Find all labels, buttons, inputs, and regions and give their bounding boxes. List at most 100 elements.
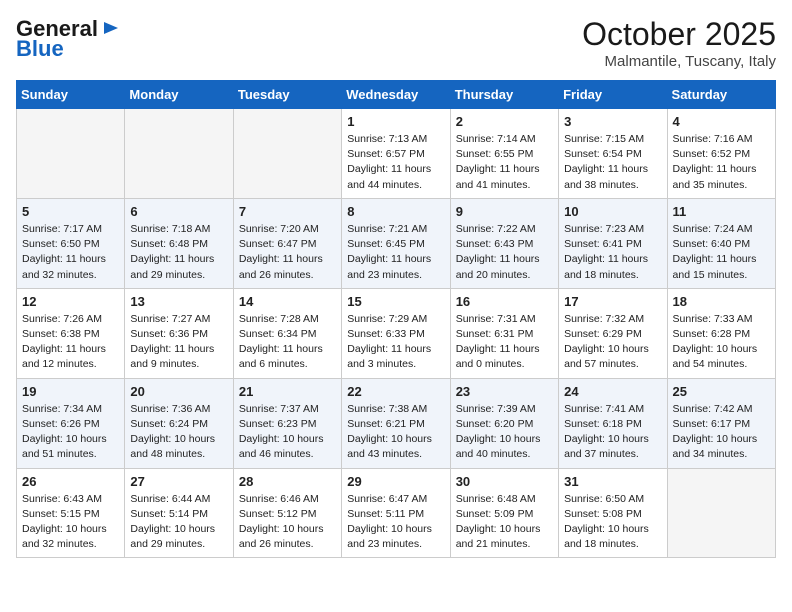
day-number: 21: [239, 384, 336, 399]
day-number: 15: [347, 294, 444, 309]
day-number: 16: [456, 294, 553, 309]
calendar-cell: 5Sunrise: 7:17 AM Sunset: 6:50 PM Daylig…: [17, 198, 125, 288]
day-number: 24: [564, 384, 661, 399]
day-info: Sunrise: 6:43 AM Sunset: 5:15 PM Dayligh…: [22, 492, 119, 553]
day-info: Sunrise: 7:39 AM Sunset: 6:20 PM Dayligh…: [456, 402, 553, 463]
day-number: 23: [456, 384, 553, 399]
calendar-cell: 9 Sunrise: 7:22 AM Sunset: 6:43 PM Daylig…: [450, 198, 558, 288]
calendar-week-row: 19 Sunrise: 7:34 AM Sunset: 6:26 PM Dayli…: [17, 378, 776, 468]
day-info: Sunrise: 6:46 AM Sunset: 5:12 PM Dayligh…: [239, 492, 336, 553]
weekday-header-tuesday: Tuesday: [233, 81, 341, 109]
calendar-cell: 29Sunrise: 6:47 AM Sunset: 5:11 PM Dayli…: [342, 468, 450, 558]
calendar-cell: 22Sunrise: 7:38 AM Sunset: 6:21 PM Dayli…: [342, 378, 450, 468]
day-info: Sunrise: 7:32 AM Sunset: 6:29 PM Dayligh…: [564, 312, 661, 373]
weekday-header-monday: Monday: [125, 81, 233, 109]
calendar-cell: 6 Sunrise: 7:18 AM Sunset: 6:48 PM Daylig…: [125, 198, 233, 288]
day-number: 9: [456, 204, 553, 219]
calendar-cell: 2 Sunrise: 7:14 AM Sunset: 6:55 PM Daylig…: [450, 109, 558, 199]
calendar-cell: 4 Sunrise: 7:16 AM Sunset: 6:52 PM Daylig…: [667, 109, 775, 199]
calendar-cell: 19 Sunrise: 7:34 AM Sunset: 6:26 PM Dayli…: [17, 378, 125, 468]
weekday-header-sunday: Sunday: [17, 81, 125, 109]
weekday-header-saturday: Saturday: [667, 81, 775, 109]
day-info: Sunrise: 6:50 AM Sunset: 5:08 PM Dayligh…: [564, 492, 661, 553]
day-info: Sunrise: 7:21 AM Sunset: 6:45 PM Dayligh…: [347, 222, 444, 283]
day-number: 18: [673, 294, 770, 309]
calendar-cell: [125, 109, 233, 199]
day-number: 20: [130, 384, 227, 399]
day-number: 5: [22, 204, 119, 219]
day-number: 7: [239, 204, 336, 219]
calendar-cell: 15 Sunrise: 7:29 AM Sunset: 6:33 PM Dayli…: [342, 288, 450, 378]
day-number: 11: [673, 204, 770, 219]
day-number: 4: [673, 114, 770, 129]
calendar-cell: 26 Sunrise: 6:43 AM Sunset: 5:15 PM Dayli…: [17, 468, 125, 558]
calendar-cell: 20Sunrise: 7:36 AM Sunset: 6:24 PM Dayli…: [125, 378, 233, 468]
day-info: Sunrise: 7:33 AM Sunset: 6:28 PM Dayligh…: [673, 312, 770, 373]
day-number: 3: [564, 114, 661, 129]
calendar-cell: [667, 468, 775, 558]
calendar-cell: 8 Sunrise: 7:21 AM Sunset: 6:45 PM Daylig…: [342, 198, 450, 288]
calendar-cell: 25 Sunrise: 7:42 AM Sunset: 6:17 PM Dayli…: [667, 378, 775, 468]
calendar-cell: 27 Sunrise: 6:44 AM Sunset: 5:14 PM Dayli…: [125, 468, 233, 558]
day-info: Sunrise: 7:14 AM Sunset: 6:55 PM Dayligh…: [456, 132, 553, 193]
calendar-cell: 10 Sunrise: 7:23 AM Sunset: 6:41 PM Dayli…: [559, 198, 667, 288]
day-number: 1: [347, 114, 444, 129]
day-number: 25: [673, 384, 770, 399]
day-number: 8: [347, 204, 444, 219]
day-info: Sunrise: 7:26 AM Sunset: 6:38 PM Dayligh…: [22, 312, 119, 373]
logo-blue: Blue: [16, 36, 64, 62]
month-title: October 2025: [582, 16, 776, 53]
day-info: Sunrise: 6:48 AM Sunset: 5:09 PM Dayligh…: [456, 492, 553, 553]
day-info: Sunrise: 7:16 AM Sunset: 6:52 PM Dayligh…: [673, 132, 770, 193]
day-info: Sunrise: 7:41 AM Sunset: 6:18 PM Dayligh…: [564, 402, 661, 463]
calendar-cell: 17Sunrise: 7:32 AM Sunset: 6:29 PM Dayli…: [559, 288, 667, 378]
calendar-cell: 13Sunrise: 7:27 AM Sunset: 6:36 PM Dayli…: [125, 288, 233, 378]
calendar-cell: 16Sunrise: 7:31 AM Sunset: 6:31 PM Dayli…: [450, 288, 558, 378]
title-block: October 2025 Malmantile, Tuscany, Italy: [582, 16, 776, 70]
calendar-cell: 30Sunrise: 6:48 AM Sunset: 5:09 PM Dayli…: [450, 468, 558, 558]
weekday-header-wednesday: Wednesday: [342, 81, 450, 109]
day-info: Sunrise: 7:20 AM Sunset: 6:47 PM Dayligh…: [239, 222, 336, 283]
day-number: 13: [130, 294, 227, 309]
day-info: Sunrise: 7:15 AM Sunset: 6:54 PM Dayligh…: [564, 132, 661, 193]
calendar-cell: 18 Sunrise: 7:33 AM Sunset: 6:28 PM Dayli…: [667, 288, 775, 378]
day-info: Sunrise: 6:44 AM Sunset: 5:14 PM Dayligh…: [130, 492, 227, 553]
calendar-week-row: 5Sunrise: 7:17 AM Sunset: 6:50 PM Daylig…: [17, 198, 776, 288]
day-number: 10: [564, 204, 661, 219]
calendar-cell: 14 Sunrise: 7:28 AM Sunset: 6:34 PM Dayli…: [233, 288, 341, 378]
day-info: Sunrise: 7:42 AM Sunset: 6:17 PM Dayligh…: [673, 402, 770, 463]
day-number: 31: [564, 474, 661, 489]
location: Malmantile, Tuscany, Italy: [582, 53, 776, 70]
day-info: Sunrise: 7:23 AM Sunset: 6:41 PM Dayligh…: [564, 222, 661, 283]
day-info: Sunrise: 7:29 AM Sunset: 6:33 PM Dayligh…: [347, 312, 444, 373]
day-number: 12: [22, 294, 119, 309]
weekday-header-row: SundayMondayTuesdayWednesdayThursdayFrid…: [17, 81, 776, 109]
calendar-week-row: 1 Sunrise: 7:13 AM Sunset: 6:57 PM Daylig…: [17, 109, 776, 199]
weekday-header-thursday: Thursday: [450, 81, 558, 109]
calendar-week-row: 12 Sunrise: 7:26 AM Sunset: 6:38 PM Dayli…: [17, 288, 776, 378]
calendar-week-row: 26 Sunrise: 6:43 AM Sunset: 5:15 PM Dayli…: [17, 468, 776, 558]
day-info: Sunrise: 7:34 AM Sunset: 6:26 PM Dayligh…: [22, 402, 119, 463]
day-info: Sunrise: 7:18 AM Sunset: 6:48 PM Dayligh…: [130, 222, 227, 283]
day-info: Sunrise: 7:24 AM Sunset: 6:40 PM Dayligh…: [673, 222, 770, 283]
day-info: Sunrise: 7:28 AM Sunset: 6:34 PM Dayligh…: [239, 312, 336, 373]
weekday-header-friday: Friday: [559, 81, 667, 109]
day-info: Sunrise: 7:22 AM Sunset: 6:43 PM Dayligh…: [456, 222, 553, 283]
day-number: 29: [347, 474, 444, 489]
day-number: 19: [22, 384, 119, 399]
day-number: 26: [22, 474, 119, 489]
day-number: 27: [130, 474, 227, 489]
logo-flag-icon: [100, 18, 122, 40]
day-number: 6: [130, 204, 227, 219]
day-info: Sunrise: 7:13 AM Sunset: 6:57 PM Dayligh…: [347, 132, 444, 193]
calendar-cell: 21 Sunrise: 7:37 AM Sunset: 6:23 PM Dayli…: [233, 378, 341, 468]
calendar-cell: 24 Sunrise: 7:41 AM Sunset: 6:18 PM Dayli…: [559, 378, 667, 468]
calendar-table: SundayMondayTuesdayWednesdayThursdayFrid…: [16, 80, 776, 558]
calendar-cell: 12 Sunrise: 7:26 AM Sunset: 6:38 PM Dayli…: [17, 288, 125, 378]
calendar-cell: 28 Sunrise: 6:46 AM Sunset: 5:12 PM Dayli…: [233, 468, 341, 558]
day-number: 28: [239, 474, 336, 489]
day-info: Sunrise: 7:37 AM Sunset: 6:23 PM Dayligh…: [239, 402, 336, 463]
day-number: 2: [456, 114, 553, 129]
day-number: 14: [239, 294, 336, 309]
calendar-cell: 3 Sunrise: 7:15 AM Sunset: 6:54 PM Daylig…: [559, 109, 667, 199]
